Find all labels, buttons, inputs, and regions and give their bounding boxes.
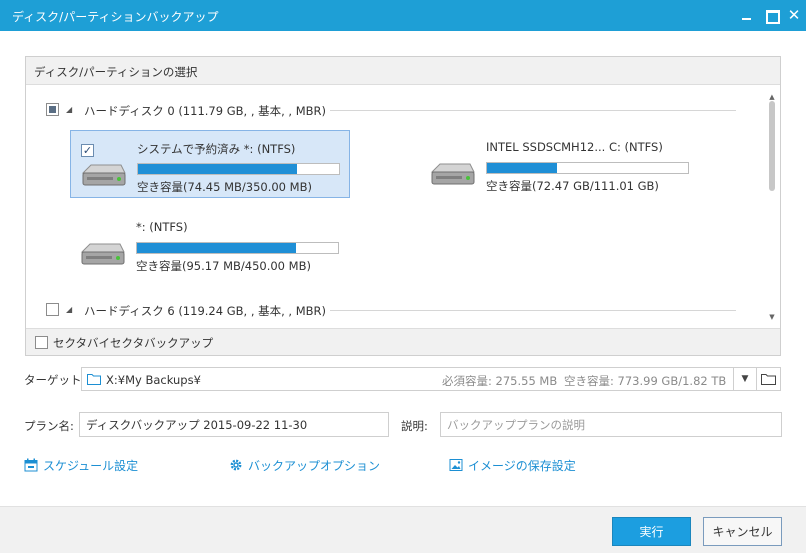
gear-icon <box>230 459 242 471</box>
partition-name: INTEL SSDSCMH12... C: (NTFS) <box>486 140 663 154</box>
minimize-button[interactable] <box>737 6 755 24</box>
target-label: ターゲット: <box>24 373 86 387</box>
target-path: X:¥My Backups¥ <box>106 373 201 387</box>
image-icon <box>449 459 463 471</box>
disk-row-0: ◢ ハードディスク 0 (111.79 GB, , 基本, , MBR) <box>46 102 736 119</box>
hard-drive-icon <box>81 164 126 186</box>
scroll-down-arrow-icon[interactable]: ▼ <box>767 313 777 323</box>
footer-bar: 実行 キャンセル <box>0 506 806 553</box>
hard-drive-icon <box>430 163 475 185</box>
target-free-space: 空き容量: 773.99 GB/1.82 TB <box>564 374 727 388</box>
usage-bar-fill <box>138 164 297 174</box>
usage-bar <box>136 242 339 254</box>
title-bar: ディスク/パーティションバックアップ ✕ <box>0 0 806 31</box>
usage-bar <box>486 162 689 174</box>
disk-0-label: ハードディスク 0 (111.79 GB, , 基本, , MBR) <box>84 103 331 119</box>
partition-free-space: 空き容量(74.45 MB/350.00 MB) <box>137 180 312 194</box>
usage-bar-fill <box>137 243 296 253</box>
disk-6-label: ハードディスク 6 (119.24 GB, , 基本, , MBR) <box>84 303 331 319</box>
close-button[interactable]: ✕ <box>785 6 803 24</box>
partition-unlabeled[interactable]: *: (NTFS) 空き容量(95.17 MB/450.00 MB) <box>70 210 350 278</box>
description-input[interactable] <box>440 412 782 437</box>
panel-footer: セクタバイセクタバックアップ <box>26 328 780 355</box>
image-storage-settings-link[interactable]: イメージの保存設定 <box>449 456 579 474</box>
backup-options-link[interactable]: バックアップオプション <box>229 456 380 474</box>
collapse-triangle-icon[interactable]: ◢ <box>66 102 72 118</box>
calendar-icon <box>24 458 38 472</box>
sector-backup-label: セクタバイセクタバックアップ <box>53 336 214 350</box>
schedule-settings-label: スケジュール設定 <box>43 459 139 473</box>
partition-checkbox[interactable] <box>81 144 94 157</box>
disk-row-6: ◢ ハードディスク 6 (119.24 GB, , 基本, , MBR) <box>46 302 736 319</box>
disk-selection-panel: ディスク/パーティションの選択 ◢ ハードディスク 0 (111.79 GB, … <box>25 56 781 356</box>
window-title: ディスク/パーティションバックアップ <box>12 10 219 24</box>
vertical-scrollbar[interactable]: ▲ ▼ <box>767 93 777 323</box>
disk-6-checkbox[interactable] <box>46 303 59 316</box>
panel-header: ディスク/パーティションの選択 <box>26 57 780 85</box>
scrollbar-thumb[interactable] <box>769 101 775 191</box>
partition-free-space: 空き容量(72.47 GB/111.01 GB) <box>486 179 659 193</box>
image-storage-settings-label: イメージの保存設定 <box>468 459 576 473</box>
usage-bar <box>137 163 340 175</box>
sector-backup-checkbox[interactable] <box>35 336 48 349</box>
plan-name-input[interactable] <box>79 412 389 437</box>
target-selector[interactable]: X:¥My Backups¥ 必須容量: 275.55 MB 空き容量: 773… <box>81 367 781 391</box>
partition-c-drive[interactable]: INTEL SSDSCMH12... C: (NTFS) 空き容量(72.47 … <box>420 130 700 198</box>
folder-icon <box>761 374 776 385</box>
usage-bar-fill <box>487 163 558 173</box>
chevron-down-icon[interactable]: ▼ <box>734 368 756 390</box>
execute-button[interactable]: 実行 <box>612 517 691 546</box>
description-label: 説明: <box>401 419 428 433</box>
partition-system-reserved[interactable]: システムで予約済み *: (NTFS) 空き容量(74.45 MB/350.00… <box>70 130 350 198</box>
partition-name: システムで予約済み *: (NTFS) <box>137 142 296 156</box>
cancel-button[interactable]: キャンセル <box>703 517 782 546</box>
disk-0-checkbox[interactable] <box>46 103 59 116</box>
partition-free-space: 空き容量(95.17 MB/450.00 MB) <box>136 259 311 273</box>
plan-name-label: プラン名: <box>24 419 74 433</box>
schedule-settings-link[interactable]: スケジュール設定 <box>24 456 139 474</box>
panel-header-title: ディスク/パーティションの選択 <box>34 65 198 79</box>
backup-options-label: バックアップオプション <box>248 459 381 473</box>
browse-folder-button[interactable] <box>757 368 780 390</box>
partition-name: *: (NTFS) <box>136 220 188 234</box>
folder-icon <box>87 374 101 385</box>
maximize-button[interactable] <box>762 6 780 24</box>
collapse-triangle-icon[interactable]: ◢ <box>66 302 72 318</box>
required-capacity: 必須容量: 275.55 MB <box>442 374 558 388</box>
hard-drive-icon <box>80 243 125 265</box>
